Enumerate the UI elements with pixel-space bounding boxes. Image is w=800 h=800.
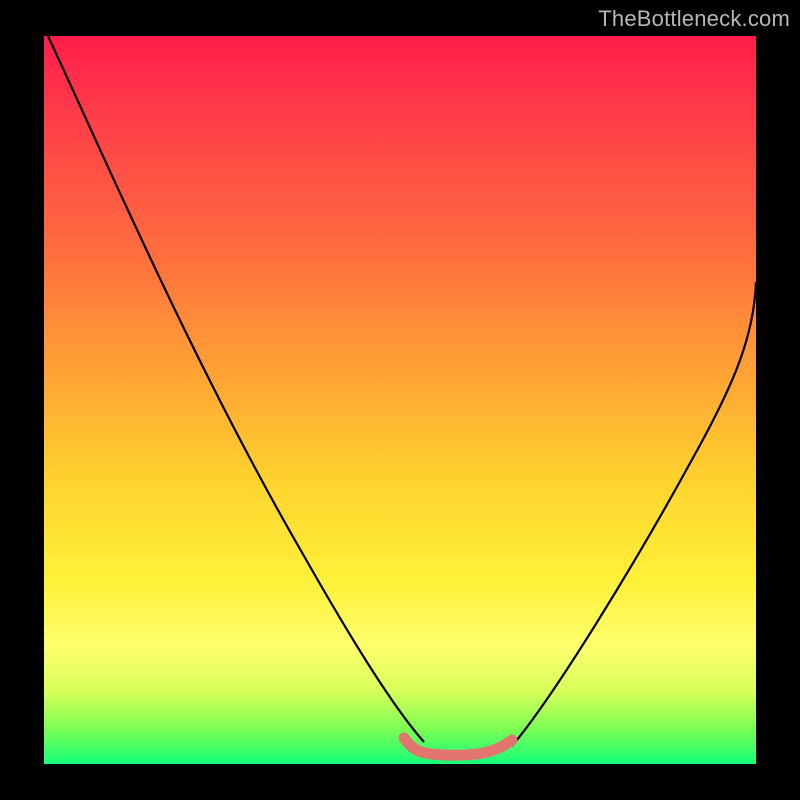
left-curve — [48, 36, 424, 742]
curve-layer — [44, 36, 756, 764]
right-curve — [512, 282, 756, 746]
plot-area — [44, 36, 756, 764]
flat-segment — [404, 738, 512, 755]
watermark-text: TheBottleneck.com — [598, 6, 790, 32]
chart-frame: TheBottleneck.com — [0, 0, 800, 800]
